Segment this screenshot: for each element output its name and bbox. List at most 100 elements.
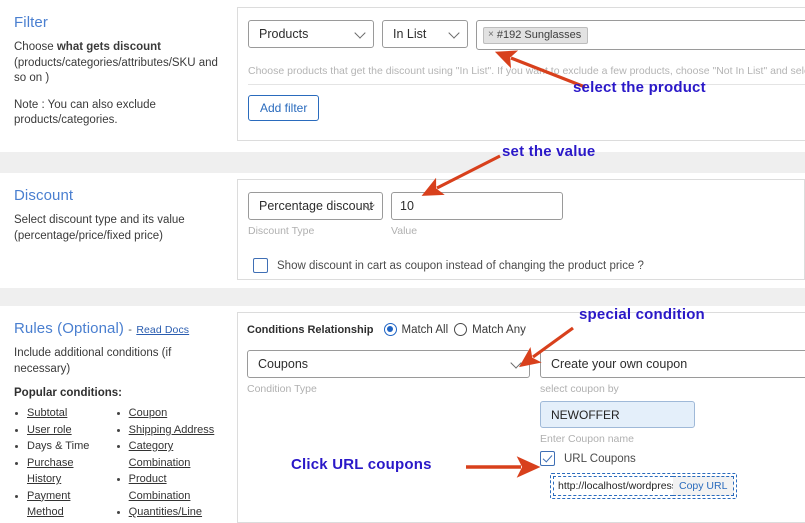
match-any-option[interactable]: Match Any [454, 323, 526, 336]
rules-section-left: Rules (Optional) - Read Docs Include add… [0, 306, 237, 523]
condition-type-select-value: Coupons [258, 357, 309, 371]
discount-desc-line1: Select discount type and its value [14, 214, 185, 226]
add-filter-button[interactable]: Add filter [248, 95, 320, 121]
discount-description: Select discount type and its value (perc… [14, 213, 223, 244]
filter-divider [248, 84, 805, 85]
discount-controls-row: Percentage discount Discount Type 10 Val… [248, 192, 804, 237]
read-docs-link[interactable]: Read Docs [136, 324, 189, 336]
filter-section-left: Filter Choose what gets discount (produc… [0, 0, 237, 152]
list-item[interactable]: Coupon [116, 405, 223, 422]
filter-note: Note : You can also exclude products/cat… [14, 98, 156, 127]
annotation-set-the-value: set the value [502, 143, 596, 160]
popular-conditions-heading: Popular conditions: [14, 387, 122, 399]
popular-conditions-column-1: Subtotal User role Days & Time Purchase … [14, 405, 102, 523]
discount-type-caption: Discount Type [248, 225, 315, 237]
chevron-down-icon [365, 201, 374, 210]
coupon-settings-group: Create your own coupon select coupon by … [540, 350, 805, 499]
coupon-name-input[interactable]: NEWOFFER [540, 401, 695, 428]
match-all-label: Match All [401, 323, 449, 336]
condition-type-caption: Condition Type [247, 383, 317, 395]
rules-panel: Conditions Relationship Match All Match … [237, 312, 805, 523]
filter-entity-select[interactable]: Products [248, 20, 374, 48]
remove-token-icon[interactable]: × [488, 29, 494, 40]
chevron-down-icon [450, 29, 459, 38]
list-item[interactable]: Category Combination [116, 438, 223, 471]
rules-section: Rules (Optional) - Read Docs Include add… [0, 306, 805, 523]
filter-operator-select[interactable]: In List [382, 20, 468, 48]
discount-title: Discount [14, 187, 74, 204]
show-discount-as-coupon-label: Show discount in cart as coupon instead … [277, 259, 644, 272]
url-coupons-label: URL Coupons [564, 452, 636, 465]
popular-conditions-lists: Subtotal User role Days & Time Purchase … [14, 405, 223, 523]
discount-section: Discount Select discount type and its va… [0, 173, 805, 288]
condition-type-select[interactable]: Coupons [247, 350, 530, 378]
show-discount-as-coupon-checkbox[interactable] [253, 258, 268, 273]
chevron-down-icon [512, 359, 521, 368]
annotation-click-url-coupons: Click URL coupons [291, 456, 432, 473]
filter-title: Filter [14, 14, 48, 31]
annotation-select-the-product: select the product [573, 79, 706, 96]
filter-desc-bold: what gets discount [56, 41, 161, 53]
condition-label: Days & Time [27, 440, 90, 452]
match-all-radio[interactable] [383, 323, 397, 336]
popular-conditions-column-2: Coupon Shipping Address Category Combina… [116, 405, 223, 523]
condition-link[interactable]: Quantities/Line items [129, 506, 202, 523]
condition-link[interactable]: Subtotal [27, 407, 67, 419]
rules-description: Include additional conditions (if necess… [14, 347, 172, 375]
condition-link[interactable]: Coupon [129, 407, 168, 419]
url-coupons-row[interactable]: URL Coupons [540, 451, 805, 466]
url-coupons-checkbox[interactable] [540, 451, 555, 466]
url-coupon-box: http://localhost/wordpress?v Copy URL [550, 473, 738, 499]
filter-products-multiselect[interactable]: × #192 Sunglasses [476, 20, 805, 50]
url-coupon-output: http://localhost/wordpress?v Copy URL [550, 466, 805, 499]
section-divider-band-2 [0, 288, 805, 306]
url-coupon-field[interactable]: http://localhost/wordpress?v [553, 476, 673, 496]
filter-description: Choose what gets discount (products/cate… [14, 40, 223, 87]
condition-link[interactable]: Category Combination [129, 440, 191, 469]
list-item[interactable]: Payment Method [14, 488, 102, 521]
condition-type-group: Coupons Condition Type [247, 350, 530, 499]
coupon-by-caption: select coupon by [540, 383, 619, 395]
filter-operator-select-value: In List [393, 27, 427, 41]
rules-title: Rules (Optional) - Read Docs [14, 320, 223, 337]
list-item[interactable]: User role [14, 422, 102, 439]
rules-title-dash: - [128, 324, 133, 336]
list-item[interactable]: Purchase History [14, 455, 102, 488]
discount-value-group: 10 Value [391, 192, 563, 237]
filter-desc-prefix: Choose [14, 41, 57, 53]
product-token-label: #192 Sunglasses [496, 28, 582, 41]
list-item[interactable]: Subtotal [14, 405, 102, 422]
show-discount-as-coupon-row[interactable]: Show discount in cart as coupon instead … [253, 258, 804, 273]
product-token[interactable]: × #192 Sunglasses [483, 26, 589, 44]
condition-link[interactable]: Purchase History [27, 457, 73, 486]
filter-helper-text: Choose products that get the discount us… [248, 65, 805, 77]
list-item[interactable]: Shipping Address [116, 422, 223, 439]
list-item: Days & Time [14, 438, 102, 455]
list-item[interactable]: Quantities/Line items [116, 504, 223, 523]
discount-value-input[interactable]: 10 [391, 192, 563, 220]
list-item[interactable]: Product Combination [116, 471, 223, 504]
discount-desc-line2: (percentage/price/fixed price) [14, 229, 163, 242]
discount-type-select[interactable]: Percentage discount [248, 192, 383, 220]
condition-link[interactable]: Shipping Address [129, 424, 215, 436]
copy-url-button[interactable]: Copy URL [673, 476, 735, 496]
filter-section: Filter Choose what gets discount (produc… [0, 0, 805, 152]
annotation-special-condition: special condition [579, 306, 705, 323]
coupon-by-select-value: Create your own coupon [551, 357, 688, 371]
discount-rules-settings-page: Filter Choose what gets discount (produc… [0, 0, 805, 523]
condition-link[interactable]: Payment Method [27, 490, 70, 519]
match-all-option[interactable]: Match All [383, 323, 449, 336]
condition-link[interactable]: Product Combination [129, 473, 191, 502]
chevron-down-icon [356, 29, 365, 38]
rules-title-text: Rules (Optional) [14, 320, 124, 337]
discount-panel: Percentage discount Discount Type 10 Val… [237, 179, 805, 280]
match-any-label: Match Any [472, 323, 526, 336]
coupon-by-select[interactable]: Create your own coupon [540, 350, 805, 378]
add-filter-row: Add filter [248, 95, 805, 121]
conditions-relationship-label: Conditions Relationship [247, 323, 374, 336]
condition-link[interactable]: User role [27, 424, 72, 436]
discount-type-select-value: Percentage discount [259, 199, 373, 213]
match-any-radio[interactable] [454, 323, 468, 336]
conditions-relationship-row: Conditions Relationship Match All Match … [247, 323, 805, 336]
coupon-name-caption: Enter Coupon name [540, 433, 634, 445]
